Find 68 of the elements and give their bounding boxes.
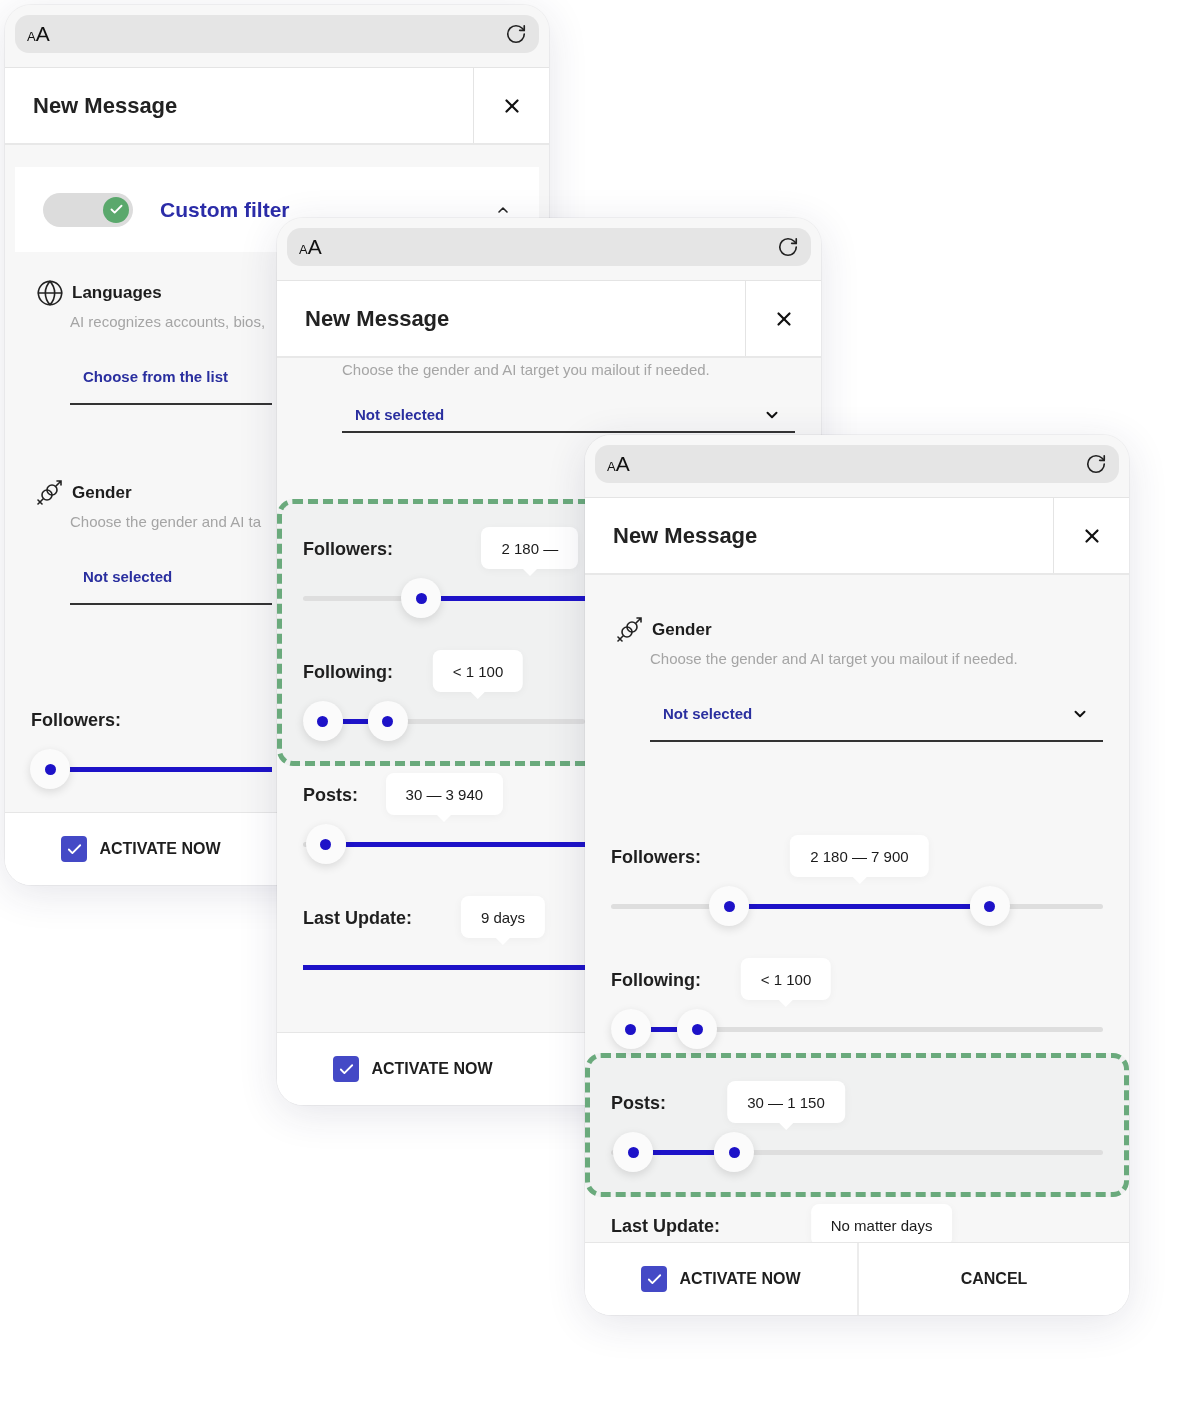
slider-thumb[interactable] <box>709 886 750 926</box>
range-slider[interactable] <box>303 824 585 864</box>
value-tooltip: No matter days <box>810 1204 953 1242</box>
checkbox[interactable] <box>333 1056 360 1082</box>
slider-fill <box>650 1027 678 1032</box>
slider-thumb[interactable] <box>367 701 408 741</box>
gender-icon <box>36 480 64 506</box>
dropdown[interactable]: Not selected <box>70 550 272 605</box>
dialog-title: New Message <box>32 91 179 120</box>
field-title: Gender <box>72 483 132 503</box>
slider-thumb[interactable] <box>714 1132 754 1172</box>
slider-thumb[interactable] <box>613 1132 654 1172</box>
value-tooltip: < 1 100 <box>432 650 524 699</box>
checkbox[interactable] <box>641 1266 668 1292</box>
check-icon <box>108 202 124 217</box>
dropdown[interactable]: Not selected <box>650 687 1103 742</box>
globe-icon <box>36 279 64 307</box>
slider-label: Posts: <box>303 784 358 806</box>
gender-icon <box>616 617 644 643</box>
value-tooltip: 2 180 — 7 900 <box>790 835 929 884</box>
slider-label: Last Update: <box>611 1215 720 1237</box>
text-size-button[interactable]: AA <box>299 235 322 259</box>
field-title: Gender <box>652 620 712 640</box>
field-description: Choose the gender and AI target you mailout if needed. <box>342 360 710 380</box>
slider-label: Followers: <box>31 709 121 731</box>
range-slider[interactable] <box>611 1132 1103 1172</box>
toggle-switch[interactable] <box>43 192 133 227</box>
value-tooltip: 30 — 1 150 <box>727 1081 845 1130</box>
dialog-title: New Message <box>612 521 759 550</box>
slider-label: Following: <box>303 661 393 683</box>
field-description: AI recognizes accounts, bios, <box>70 312 266 332</box>
range-slider[interactable] <box>31 749 272 789</box>
filter-title: Custom filter <box>160 197 291 222</box>
field-description: Choose the gender and AI ta <box>70 512 261 532</box>
slider-thumb[interactable] <box>305 824 346 864</box>
reload-button[interactable] <box>1085 453 1107 475</box>
range-slider[interactable] <box>611 1009 1103 1049</box>
cancel-button[interactable]: CANCEL <box>857 1243 1129 1315</box>
slider-label: Posts: <box>611 1092 666 1114</box>
value-tooltip: 30 — 3 940 <box>385 773 504 822</box>
dropdown[interactable]: Not selected <box>342 398 795 433</box>
field-description: Choose the gender and AI target you mailout if needed. <box>650 649 1018 669</box>
slider-thumb[interactable] <box>401 578 442 618</box>
text-size-button[interactable]: AA <box>607 452 630 476</box>
slider-label: Following: <box>611 969 701 991</box>
slider-label: Followers: <box>611 846 701 868</box>
value-tooltip: 2 180 — <box>481 527 579 576</box>
text-size-button[interactable]: AA <box>27 22 50 46</box>
slider-thumb[interactable] <box>30 749 71 789</box>
slider-label: Last Update: <box>303 907 412 929</box>
reload-button[interactable] <box>505 23 527 45</box>
reload-button[interactable] <box>777 236 799 258</box>
range-slider[interactable] <box>303 701 585 741</box>
dropdown[interactable]: Choose from the list <box>70 350 272 405</box>
slider-thumb[interactable] <box>610 1009 651 1049</box>
slider-label: Followers: <box>303 538 393 560</box>
checkbox[interactable] <box>61 836 88 862</box>
slider-thumb[interactable] <box>302 701 343 741</box>
slider-fill <box>342 719 368 724</box>
slider-thumb[interactable] <box>677 1009 718 1049</box>
range-slider[interactable] <box>303 578 585 618</box>
slider-thumb[interactable] <box>969 886 1010 926</box>
dialog-title: New Message <box>304 304 451 333</box>
field-title: Languages <box>72 283 162 303</box>
value-tooltip: 9 days <box>460 896 546 945</box>
range-slider[interactable] <box>611 886 1103 926</box>
value-tooltip: < 1 100 <box>740 958 832 1007</box>
slider-fill <box>653 1150 714 1155</box>
